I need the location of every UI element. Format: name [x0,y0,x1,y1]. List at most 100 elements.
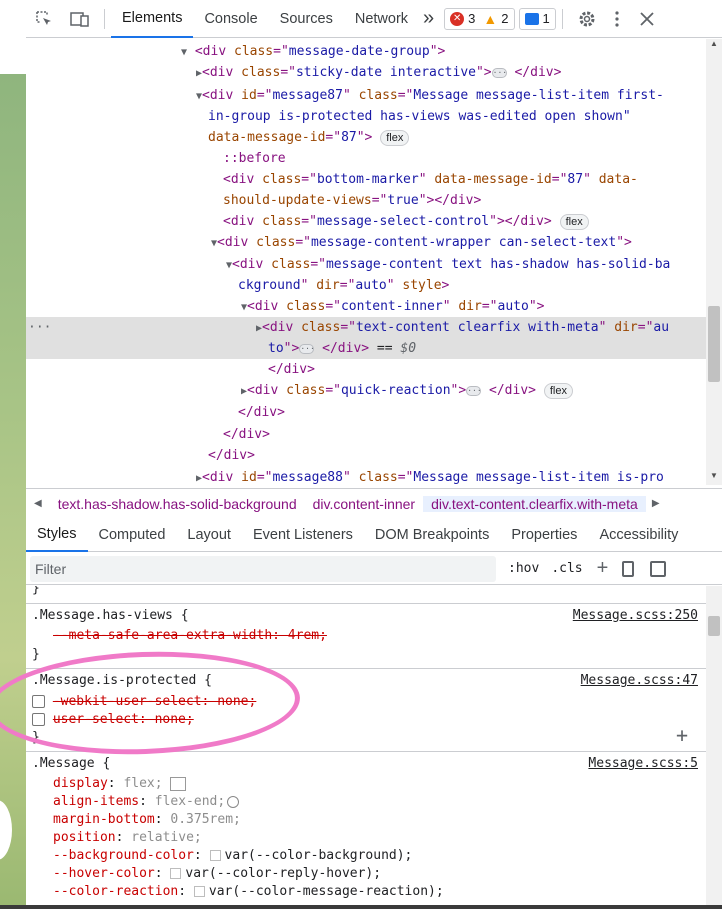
toolbar-divider [561,8,563,29]
more-tabs-button[interactable]: » [419,0,438,38]
dom-node-text-content-selected[interactable]: ▶<div class="text-content clearfix with-… [256,317,669,338]
tab-accessibility[interactable]: Accessibility [588,518,689,552]
rule-selector-is-protected[interactable]: .Message.is-protected { [32,672,212,690]
style-property-row[interactable]: --background-color: var(--color-backgrou… [53,847,412,865]
devtools-panel: Elements Console Sources Network » ✕ 3 ▲… [26,0,722,909]
tab-properties[interactable]: Properties [500,518,588,552]
dom-node-quick-reaction[interactable]: ▶<div class="quick-reaction">··· </div> … [241,380,573,401]
ellipsis-icon[interactable]: ··· [466,385,482,396]
breadcrumb-item-current[interactable]: div.text-content.clearfix.with-meta [423,495,646,512]
dom-close-tag: </div> [223,427,270,442]
styles-filter-bar: Filter :hov .cls + [26,553,722,585]
message-count: 1 [542,11,550,26]
info-icon[interactable] [227,795,240,808]
ellipsis-icon[interactable]: ··· [299,343,315,354]
dom-node-before[interactable]: ::before [223,148,286,169]
breadcrumb-scroll-right-icon[interactable]: ▶ [646,498,666,509]
color-swatch[interactable] [170,868,182,879]
more-options-icon[interactable] [605,0,629,38]
dom-node-bottom-marker[interactable]: <div class="bottom-marker" data-message-… [223,169,638,190]
style-property-row[interactable]: --color-reaction: var(--color-message-re… [53,883,444,901]
device-toolbar-icon[interactable] [62,0,98,38]
toggle-sidebar-icon[interactable] [650,560,667,577]
dom-node-message-content[interactable]: ▼<div class="message-content text has-sh… [226,254,670,275]
tab-layout[interactable]: Layout [176,518,242,552]
page-background-strip [0,0,26,909]
tab-dom-breakpoints[interactable]: DOM Breakpoints [364,518,500,552]
dom-node-message88[interactable]: ▶<div id="message88" class="Message mess… [196,467,664,485]
dom-node-content-inner[interactable]: ▼<div class="content-inner" dir="auto"> [241,296,544,317]
style-property-row[interactable]: --hover-color: var(--color-reply-hover); [53,865,381,883]
dom-node-message87-attr: data-message-id="87"> flex [208,127,410,148]
property-checkbox[interactable] [32,713,45,726]
rule-selector-has-views[interactable]: .Message.has-views { [32,607,189,625]
ellipsis-icon[interactable]: ··· [491,67,507,78]
dom-node-content-wrapper[interactable]: ▼<div class="message-content-wrapper can… [211,232,632,253]
tab-network[interactable]: Network [344,0,419,38]
dom-node-message87-cont: in-group is-protected has-views was-edit… [208,109,631,124]
style-property-row[interactable]: user-select: none; [32,711,194,729]
tab-event-listeners[interactable]: Event Listeners [242,518,364,552]
rule-source-link[interactable]: Message.scss:5 [588,755,698,773]
style-property-row[interactable]: margin-bottom: 0.375rem; [53,811,241,829]
tab-sources[interactable]: Sources [269,0,344,38]
flex-badge[interactable]: flex [543,382,573,399]
cls-toggle[interactable]: .cls [551,561,582,576]
flex-badge[interactable]: flex [559,213,589,230]
warning-icon: ▲ [483,10,498,27]
add-property-icon[interactable]: + [676,725,688,745]
new-style-rule-icon[interactable]: + [597,557,609,580]
dom-node-message-date-group[interactable]: ▼ <div class="message-date-group"> [181,41,445,62]
dom-node-message87[interactable]: ▼<div id="message87" class="Message mess… [196,85,664,106]
rule-source-link[interactable]: Message.scss:47 [581,672,698,690]
inspect-element-icon[interactable] [26,0,62,38]
color-swatch[interactable] [209,850,221,861]
messages-badge[interactable]: 1 [518,7,556,30]
issues-badge[interactable]: ✕ 3 ▲ 2 [444,7,515,30]
dom-scrollbar[interactable]: ▲ ▼ [706,39,722,485]
close-icon[interactable] [629,0,665,38]
dom-node-select-control[interactable]: <div class="message-select-control"></di… [223,211,589,232]
rule-source-link[interactable]: Message.scss:250 [573,607,698,625]
filter-input[interactable]: Filter [30,555,496,582]
style-property-row[interactable]: -webkit-user-select: none; [32,693,256,711]
dom-node-bottom-marker-cont: should-update-views="true"></div> [223,193,482,208]
breadcrumb-item[interactable]: div.content-inner [305,496,423,512]
breadcrumb-scroll-left-icon[interactable]: ◀ [26,498,50,509]
flexbox-editor-icon[interactable] [170,776,187,791]
settings-gear-icon[interactable] [569,0,605,38]
node-actions-dots[interactable]: ··· [28,317,51,338]
dom-scrollbar-thumb[interactable] [708,306,720,382]
styles-scrollbar[interactable] [706,586,722,909]
tab-console[interactable]: Console [193,0,268,38]
style-property-row[interactable]: display: flex; [53,775,187,793]
style-property-row[interactable]: align-items: flex-end; [53,793,240,811]
expand-arrow-icon[interactable]: ▼ [181,47,187,58]
toolbar-divider [104,8,105,29]
dom-close-tag: </div> [208,448,255,463]
style-property-row[interactable]: position: relative; [53,829,202,847]
rule-selector-message[interactable]: .Message { [32,755,110,773]
tab-elements[interactable]: Elements [111,0,194,38]
tab-styles[interactable]: Styles [26,518,88,552]
dom-node-text-content-cont: to">··· </div> == $0 [268,341,417,356]
styles-scrollbar-thumb[interactable] [708,616,720,636]
dom-node-message-content-cont: ckground" dir="auto" style> [238,278,450,293]
breadcrumb: ◀ text.has-shadow.has-solid-background d… [26,488,722,518]
scroll-up-arrow-icon[interactable]: ▲ [710,39,718,48]
tab-computed[interactable]: Computed [88,518,177,552]
devtools-toolbar: Elements Console Sources Network » ✕ 3 ▲… [26,0,722,38]
property-checkbox[interactable] [32,695,45,708]
color-swatch[interactable] [193,886,205,897]
dom-node-sticky-date[interactable]: ▶<div class="sticky-date interactive">··… [196,62,561,83]
dom-close-tag: </div> [238,405,285,420]
breadcrumb-item[interactable]: text.has-shadow.has-solid-background [50,496,305,512]
message-icon [524,12,539,25]
style-property-overridden[interactable]: --meta-safe-area-extra-width: 4rem; [53,627,327,645]
chat-wallpaper [0,74,26,909]
scroll-down-arrow-icon[interactable]: ▼ [710,471,718,480]
rule-divider [26,603,706,604]
paint-icon[interactable] [622,560,635,577]
flex-badge[interactable]: flex [380,129,410,146]
hov-toggle[interactable]: :hov [508,561,539,576]
